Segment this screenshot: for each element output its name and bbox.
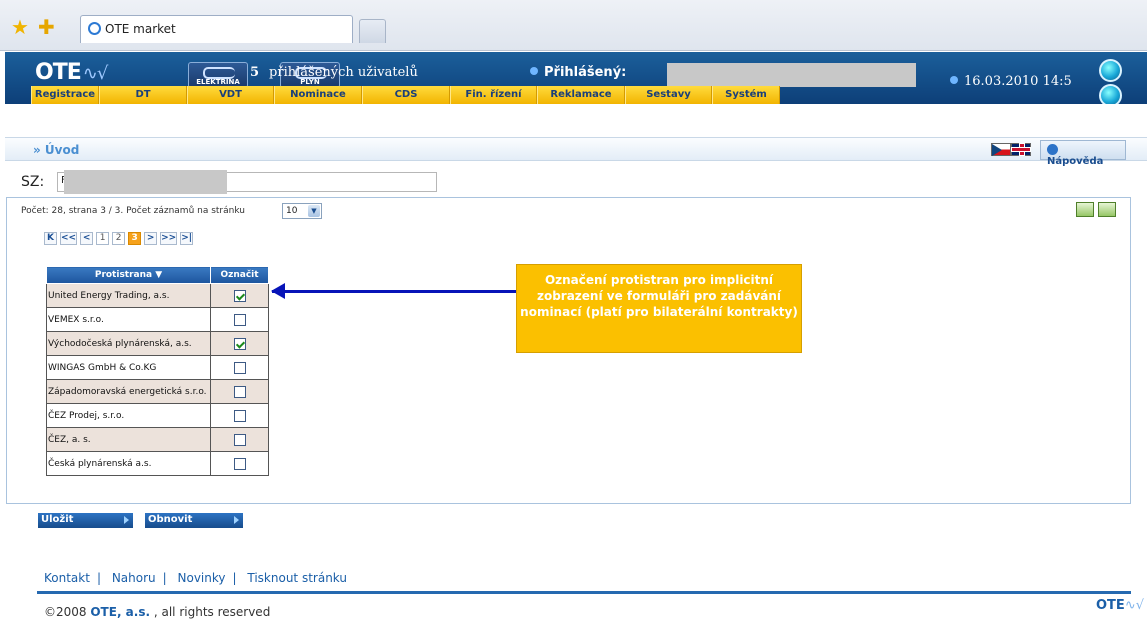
breadcrumb[interactable]: » Úvod bbox=[33, 143, 79, 157]
mark-cell bbox=[210, 403, 269, 428]
counterparty-name: Západomoravská energetická s.r.o. bbox=[46, 379, 211, 404]
menu-nominace[interactable]: Nominace bbox=[274, 86, 362, 104]
browser-chrome: ★ ✚ OTE market bbox=[0, 0, 1147, 51]
table-row: VEMEX s.r.o. bbox=[46, 307, 269, 332]
mark-checkbox[interactable] bbox=[233, 337, 246, 350]
mark-checkbox[interactable] bbox=[233, 385, 246, 398]
breadcrumb-bar: » Úvod Nápověda bbox=[5, 137, 1147, 167]
mark-checkbox[interactable] bbox=[233, 361, 246, 374]
menu-system[interactable]: Systém bbox=[712, 86, 780, 104]
prev-page-button[interactable]: < bbox=[80, 232, 94, 245]
counterparty-name: ČEZ Prodej, s.r.o. bbox=[46, 403, 211, 428]
table-row: WINGAS GmbH & Co.KG bbox=[46, 355, 269, 380]
pager: K << < 1 2 3 > >> >| bbox=[44, 232, 194, 245]
mark-checkbox[interactable] bbox=[233, 289, 246, 302]
mark-checkbox[interactable] bbox=[233, 433, 246, 446]
page-1-button[interactable]: 1 bbox=[96, 232, 110, 245]
help-icon bbox=[1047, 144, 1058, 155]
logged-in-label: Přihlášený: bbox=[530, 65, 626, 80]
counterparty-name: ČEZ, a. s. bbox=[46, 427, 211, 452]
help-button[interactable]: Nápověda bbox=[1040, 140, 1126, 167]
footer-link-novinky[interactable]: Novinky bbox=[178, 571, 226, 585]
redacted-sz bbox=[64, 170, 227, 194]
counterparty-name: WINGAS GmbH & Co.KG bbox=[46, 355, 211, 380]
table-row: Východočeská plynárenská, a.s. bbox=[46, 331, 269, 356]
first-page-button[interactable]: K bbox=[44, 232, 57, 245]
counterparty-name: United Energy Trading, a.s. bbox=[46, 283, 211, 308]
menu-vdt[interactable]: VDT bbox=[187, 86, 274, 104]
chat-icon[interactable] bbox=[1099, 84, 1122, 104]
menu-cds[interactable]: CDS bbox=[362, 86, 450, 104]
status-dot-icon bbox=[950, 76, 958, 84]
sz-label: SZ: bbox=[21, 174, 45, 190]
datetime: 16.03.2010 14:5 bbox=[950, 74, 1072, 89]
arrow-right-icon bbox=[234, 516, 239, 524]
column-header-oznacit: Označit bbox=[210, 266, 269, 284]
footer-link-nahoru[interactable]: Nahoru bbox=[112, 571, 156, 585]
table-row: ČEZ Prodej, s.r.o. bbox=[46, 403, 269, 428]
page-3-button[interactable]: 3 bbox=[128, 232, 142, 245]
mark-cell bbox=[210, 331, 269, 356]
save-button[interactable]: Uložit bbox=[38, 513, 133, 528]
maximize-icon[interactable] bbox=[1099, 59, 1122, 82]
ie-logo-icon bbox=[88, 22, 101, 35]
footer-links: Kontakt | Nahoru | Novinky | Tisknout strán… bbox=[44, 571, 347, 585]
menu-fin-rizeni[interactable]: Fin. řízení bbox=[450, 86, 537, 104]
mark-cell bbox=[210, 283, 269, 308]
browser-tab[interactable]: OTE market bbox=[80, 15, 353, 43]
table-row: Západomoravská energetická s.r.o. bbox=[46, 379, 269, 404]
mark-checkbox[interactable] bbox=[233, 313, 246, 326]
arrow-right-icon bbox=[124, 516, 129, 524]
english-flag-icon[interactable] bbox=[1011, 143, 1031, 156]
mark-cell bbox=[210, 379, 269, 404]
favorites-star-icon[interactable]: ★ bbox=[11, 17, 29, 37]
record-count: Počet: 28, strana 3 / 3. Počet záznamů n… bbox=[21, 206, 245, 216]
main-menu: Registrace DT VDT Nominace CDS Fin. říze… bbox=[31, 86, 780, 104]
counterparty-name: Východočeská plynárenská, a.s. bbox=[46, 331, 211, 356]
status-dot-icon bbox=[530, 67, 538, 75]
table-row: ČEZ, a. s. bbox=[46, 427, 269, 452]
footer-ote-logo: OTE∿√ bbox=[1096, 598, 1144, 613]
page-2-button[interactable]: 2 bbox=[112, 232, 126, 245]
refresh-button[interactable]: Obnovit bbox=[145, 513, 243, 528]
last-page-button[interactable]: >| bbox=[180, 232, 194, 245]
column-header-protistrana[interactable]: Protistrana ▼ bbox=[46, 266, 211, 284]
mark-checkbox[interactable] bbox=[233, 457, 246, 470]
print-icon[interactable] bbox=[1098, 202, 1116, 217]
next-block-button[interactable]: >> bbox=[160, 232, 178, 245]
mark-cell bbox=[210, 427, 269, 452]
czech-flag-icon[interactable] bbox=[991, 143, 1011, 156]
tab-title: OTE market bbox=[105, 22, 176, 36]
ote-logo: OTE ∿√ bbox=[35, 60, 108, 85]
redacted-user bbox=[667, 63, 916, 87]
annotation-callout: Označení protistran pro implicitní zobra… bbox=[516, 264, 802, 353]
menu-sestavy[interactable]: Sestavy bbox=[625, 86, 712, 104]
counterparty-name: VEMEX s.r.o. bbox=[46, 307, 211, 332]
menu-registrace[interactable]: Registrace bbox=[31, 86, 99, 104]
footer-link-kontakt[interactable]: Kontakt bbox=[44, 571, 90, 585]
mark-cell bbox=[210, 307, 269, 332]
next-page-button[interactable]: > bbox=[144, 232, 158, 245]
table-row: Česká plynárenská a.s. bbox=[46, 451, 269, 476]
export-icon[interactable] bbox=[1076, 202, 1094, 217]
prev-block-button[interactable]: << bbox=[60, 232, 78, 245]
menu-reklamace[interactable]: Reklamace bbox=[537, 86, 625, 104]
footer-link-tisk[interactable]: Tisknout stránku bbox=[247, 571, 347, 585]
add-favorites-icon[interactable]: ✚ bbox=[38, 17, 55, 37]
copyright: ©2008 OTE, a.s. , all rights reserved bbox=[44, 605, 271, 619]
menu-dt[interactable]: DT bbox=[99, 86, 187, 104]
mark-cell bbox=[210, 355, 269, 380]
footer-divider bbox=[37, 591, 1131, 594]
table-row: United Energy Trading, a.s. bbox=[46, 283, 269, 308]
new-tab-button[interactable] bbox=[359, 19, 386, 43]
mark-cell bbox=[210, 451, 269, 476]
chevron-down-icon: ▼ bbox=[308, 205, 320, 217]
electricity-button[interactable]: ELEKTŘINA bbox=[188, 62, 248, 88]
counterparty-table: Protistrana ▼ Označit United Energy Trad… bbox=[46, 266, 269, 476]
arrow-icon bbox=[271, 283, 516, 299]
counterparty-name: Česká plynárenská a.s. bbox=[46, 451, 211, 476]
page-size-select[interactable]: 10 ▼ bbox=[282, 203, 322, 219]
online-users: 5 přihlášených uživatelů bbox=[250, 65, 418, 80]
mark-checkbox[interactable] bbox=[233, 409, 246, 422]
